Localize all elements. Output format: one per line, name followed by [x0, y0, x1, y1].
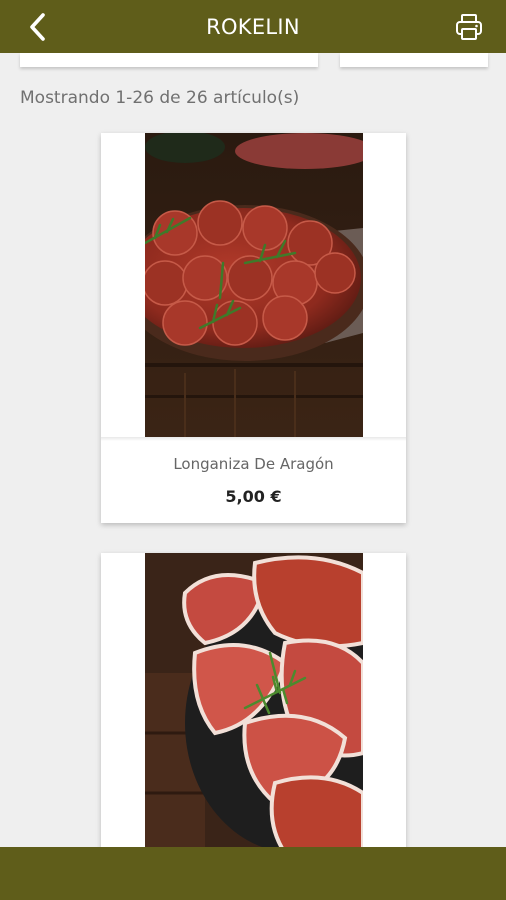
card-divider [101, 437, 406, 441]
results-count: Mostrando 1-26 de 26 artículo(s) [20, 88, 300, 108]
product-photo-longaniza [145, 133, 363, 437]
product-name[interactable]: Longaniza De Aragón [101, 455, 406, 473]
product-card[interactable]: Longaniza De Aragón 5,00 € [101, 133, 406, 523]
printer-icon [456, 14, 482, 40]
app-bar: ROKELIN [0, 0, 506, 53]
back-button[interactable] [20, 10, 56, 44]
chevron-left-icon [30, 13, 45, 41]
product-image[interactable] [145, 553, 363, 853]
app-title: ROKELIN [206, 14, 300, 39]
product-image[interactable] [145, 133, 363, 437]
product-price: 5,00 € [225, 487, 282, 506]
sort-dropdown[interactable] [340, 53, 488, 67]
product-photo-jamon [145, 553, 363, 853]
product-card[interactable] [101, 553, 406, 853]
print-button[interactable] [452, 11, 486, 43]
category-filter-dropdown[interactable] [20, 53, 318, 67]
bottom-bar [0, 847, 506, 900]
